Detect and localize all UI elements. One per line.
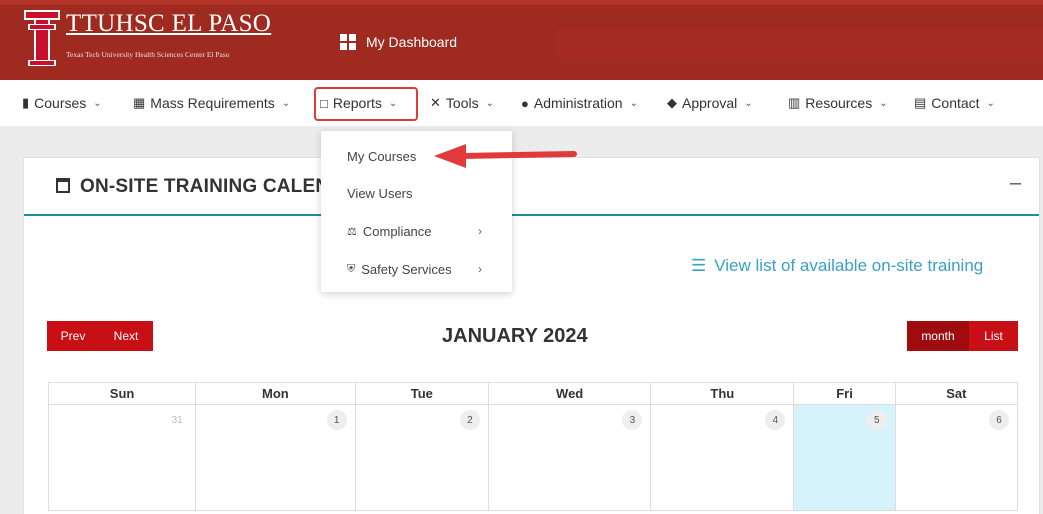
- menu-item-label: My Courses: [347, 149, 417, 164]
- double-t-logo-icon[interactable]: [24, 10, 60, 68]
- tools-icon: ✕: [430, 95, 441, 110]
- menu-item-compliance[interactable]: ⚖ Compliance: [347, 224, 432, 239]
- day-cell[interactable]: 2: [354, 404, 489, 511]
- day-number: 3: [622, 410, 643, 430]
- weekday-sun: Sun: [47, 382, 197, 405]
- chevron-right-icon: ›: [478, 262, 482, 276]
- next-button[interactable]: Next: [99, 321, 153, 351]
- nav-label: Approval: [682, 95, 738, 111]
- weekday-mon: Mon: [195, 382, 356, 405]
- view-toggle-group: month List: [907, 321, 1018, 351]
- calendar-title: JANUARY 2024: [442, 325, 588, 347]
- nav-approval[interactable]: ◆ Approval ⌄: [667, 80, 753, 126]
- chevron-down-icon: ⌄: [281, 97, 291, 109]
- header-search-area: [557, 28, 1043, 58]
- menu-item-label: Safety Services: [361, 262, 452, 277]
- weekday-sat: Sat: [894, 382, 1019, 405]
- library-icon: ▥: [788, 95, 801, 110]
- nav-courses[interactable]: ▮ Courses ⌄: [22, 80, 102, 126]
- month-view-button[interactable]: month: [907, 321, 969, 351]
- brand-subtitle: Texas Tech University Health Sciences Ce…: [66, 50, 230, 59]
- day-number: 31: [171, 414, 183, 426]
- dashboard-label: My Dashboard: [366, 34, 458, 50]
- menu-item-my-courses[interactable]: My Courses: [347, 149, 416, 164]
- users-icon: ●: [521, 95, 529, 111]
- day-cell[interactable]: 4: [650, 404, 795, 511]
- chevron-down-icon: ⌄: [93, 97, 102, 109]
- main-nav: ▮ Courses ⌄ ▦ Mass Requirements ⌄ □ Repo…: [0, 80, 1043, 126]
- nav-label: Resources: [805, 95, 873, 111]
- view-list-link[interactable]: ☰ View list of available on-site trainin…: [691, 256, 983, 276]
- menu-item-safety-services[interactable]: ⛨ Safety Services: [347, 262, 452, 277]
- handshake-icon: ◆: [667, 95, 677, 110]
- weekday-header-row: Sun Mon Tue Wed Thu Fri Sat: [47, 382, 1019, 405]
- nav-label: Courses: [34, 95, 87, 111]
- calendar-grid: Sun Mon Tue Wed Thu Fri Sat 31 1 2 3 4 5…: [47, 382, 1019, 511]
- building-icon: ▤: [914, 95, 927, 110]
- list-view-button[interactable]: List: [969, 321, 1018, 351]
- nav-label: Mass Requirements: [150, 95, 275, 111]
- header-bar: TTUHSC EL PASO Texas Tech University Hea…: [0, 0, 1043, 80]
- day-cell[interactable]: 3: [487, 404, 652, 511]
- day-cell[interactable]: 1: [195, 404, 356, 511]
- collapse-button[interactable]: –: [1010, 172, 1021, 195]
- day-number: 2: [459, 410, 480, 430]
- menu-item-view-users[interactable]: View Users: [347, 186, 413, 201]
- chevron-down-icon: ⌄: [485, 97, 494, 109]
- weekday-tue: Tue: [354, 382, 489, 405]
- chevron-right-icon: ›: [478, 224, 482, 238]
- training-calendar-card: ON-SITE TRAINING CALENDAR – ☰ View list …: [23, 157, 1040, 514]
- tag-icon: ▮: [22, 95, 30, 110]
- day-number: 4: [765, 410, 786, 430]
- scale-icon: ⚖: [347, 226, 357, 238]
- calendar-icon: [56, 178, 70, 193]
- prev-next-group: Prev Next: [47, 321, 153, 351]
- weekday-wed: Wed: [487, 382, 652, 405]
- nav-mass-requirements[interactable]: ▦ Mass Requirements ⌄: [133, 80, 290, 126]
- day-cell-today[interactable]: 5: [793, 404, 896, 511]
- chevron-down-icon: ⌄: [986, 97, 995, 109]
- annotation-arrow-icon: [434, 144, 577, 168]
- day-number: 6: [989, 410, 1009, 430]
- nav-label: Tools: [445, 95, 479, 111]
- dashboard-icon: [340, 34, 356, 50]
- header-top-strip: [0, 0, 1043, 5]
- list-icon: ☰: [691, 256, 707, 275]
- weekday-fri: Fri: [793, 382, 896, 405]
- week-row: 31 1 2 3 4 5 6: [47, 404, 1019, 511]
- prev-button[interactable]: Prev: [47, 321, 99, 351]
- reports-highlight-box: [314, 87, 418, 121]
- chevron-down-icon: ⌄: [744, 97, 753, 109]
- nav-administration[interactable]: ● Administration ⌄: [521, 80, 638, 126]
- view-list-label: View list of available on-site training: [714, 256, 984, 275]
- nav-resources[interactable]: ▥ Resources ⌄: [788, 80, 888, 126]
- day-number: 5: [866, 410, 887, 430]
- day-cell[interactable]: 31: [47, 404, 197, 511]
- day-number: 1: [326, 410, 347, 430]
- my-dashboard-link[interactable]: My Dashboard: [340, 34, 457, 50]
- menu-item-label: View Users: [347, 186, 413, 201]
- nav-tools[interactable]: ✕ Tools ⌄: [430, 80, 494, 126]
- shield-icon: ⛨: [347, 263, 356, 275]
- chevron-down-icon: ⌄: [629, 97, 638, 109]
- menu-item-label: Compliance: [362, 224, 432, 239]
- nav-contact[interactable]: ▤ Contact ⌄: [914, 80, 995, 126]
- brand-title[interactable]: TTUHSC EL PASO: [66, 10, 271, 38]
- nav-label: Contact: [931, 95, 980, 111]
- chevron-down-icon: ⌄: [879, 97, 888, 109]
- weekday-thu: Thu: [650, 382, 795, 405]
- day-cell[interactable]: 6: [894, 404, 1019, 511]
- nav-label: Administration: [533, 95, 623, 111]
- book-icon: ▦: [133, 95, 146, 110]
